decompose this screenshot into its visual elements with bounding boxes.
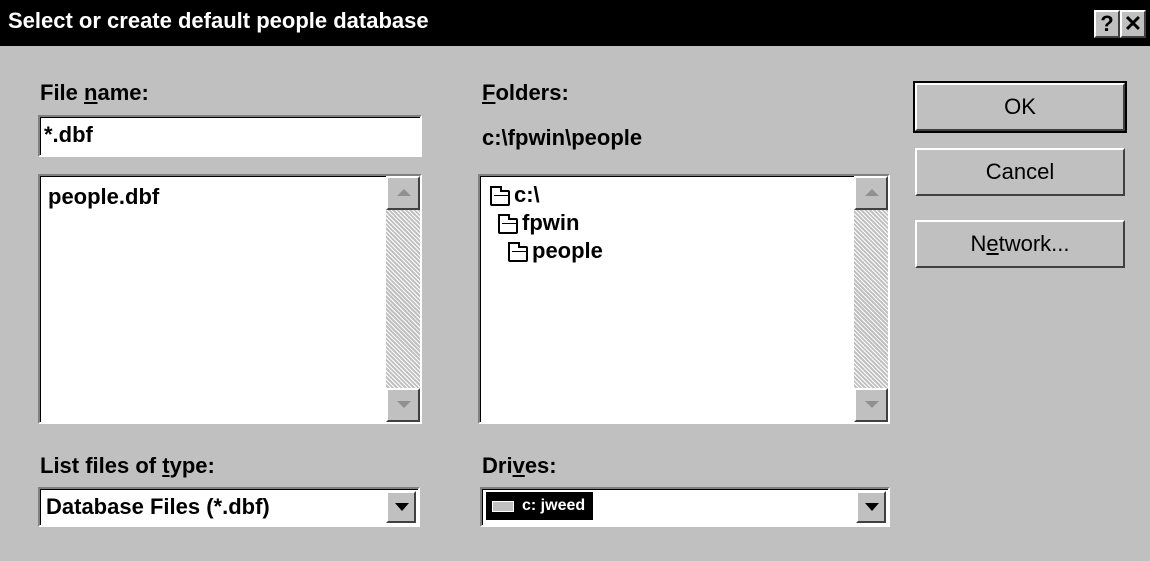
open-folder-icon — [490, 186, 510, 206]
current-path: c:\fpwin\people — [482, 125, 643, 150]
close-icon: ✕ — [1123, 11, 1143, 36]
file-name-input[interactable]: *.dbf — [38, 115, 422, 157]
arrow-up-icon — [865, 189, 879, 196]
open-folder-icon — [508, 242, 528, 262]
folder-item-c[interactable]: c:\ — [490, 182, 540, 208]
chevron-down-icon — [865, 503, 879, 511]
file-list-scrollbar[interactable] — [386, 176, 420, 422]
file-list[interactable]: people.dbf — [38, 174, 422, 424]
drives-dropdown-button[interactable] — [856, 491, 886, 523]
drives-label: Drives: — [482, 453, 557, 478]
help-icon: ? — [1100, 11, 1114, 36]
file-type-dropdown-button[interactable] — [386, 491, 416, 523]
file-name-value: *.dbf — [44, 122, 93, 147]
title-bar: Select or create default people database… — [0, 0, 1150, 46]
window-title: Select or create default people database — [8, 8, 429, 33]
scroll-down-button[interactable] — [854, 388, 888, 422]
folder-item-fpwin[interactable]: fpwin — [498, 210, 579, 236]
folder-item-people[interactable]: people — [508, 238, 603, 264]
folder-list-scrollbar[interactable] — [854, 176, 888, 422]
drive-selection: c: jweed — [486, 492, 594, 520]
drive-icon — [492, 500, 514, 512]
arrow-down-icon — [397, 401, 411, 408]
scroll-up-button[interactable] — [386, 176, 420, 210]
chevron-down-icon — [395, 503, 409, 511]
file-name-label: File name: — [40, 80, 149, 105]
drives-select[interactable]: c: jweed — [480, 487, 890, 527]
close-button[interactable]: ✕ — [1120, 10, 1146, 38]
file-type-value: Database Files (*.dbf) — [46, 494, 270, 519]
file-type-label: List files of type: — [40, 453, 215, 478]
scroll-down-button[interactable] — [386, 388, 420, 422]
arrow-down-icon — [865, 401, 879, 408]
file-type-select[interactable]: Database Files (*.dbf) — [38, 487, 420, 527]
folders-label: Folders: — [482, 80, 569, 105]
open-folder-icon — [498, 214, 518, 234]
arrow-up-icon — [397, 189, 411, 196]
cancel-button[interactable]: Cancel — [915, 148, 1125, 196]
folder-list[interactable]: c:\ fpwin people — [478, 174, 890, 424]
network-button[interactable]: Ne twork... — [915, 220, 1125, 268]
scroll-up-button[interactable] — [854, 176, 888, 210]
ok-button[interactable]: OK — [913, 81, 1127, 133]
list-item[interactable]: people.dbf — [48, 184, 159, 210]
help-button[interactable]: ? — [1094, 10, 1120, 38]
